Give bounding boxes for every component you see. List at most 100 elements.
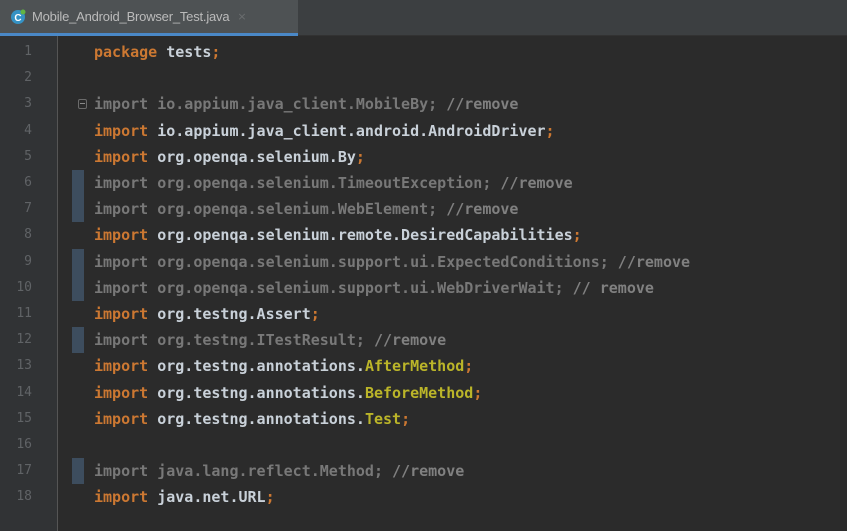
- tab-mobile-android-browser-test[interactable]: C Mobile_Android_Browser_Test.java ×: [0, 0, 298, 36]
- semicolon: ;: [554, 278, 564, 297]
- semicolon: ;: [401, 409, 411, 428]
- code-text: import org.openqa.selenium.support.ui.We…: [94, 275, 654, 301]
- code-line[interactable]: 5 import org.openqa.selenium.By;: [0, 144, 847, 170]
- identifier: org.openqa.selenium.support.ui.ExpectedC…: [157, 252, 600, 271]
- line-number: 11: [16, 306, 32, 321]
- code-line[interactable]: 3 import io.appium.java_client.MobileBy; …: [0, 91, 847, 117]
- keyword: import: [94, 95, 149, 114]
- code-line[interactable]: 7 import org.openqa.selenium.WebElement; …: [0, 196, 847, 223]
- semicolon: ;: [473, 383, 483, 402]
- editor-tab-bar: C Mobile_Android_Browser_Test.java ×: [0, 0, 847, 36]
- close-icon[interactable]: ×: [237, 11, 246, 22]
- identifier: org.openqa.selenium.By: [157, 147, 356, 166]
- line-comment: //remove: [437, 200, 519, 219]
- semicolon: ;: [599, 252, 609, 271]
- code-line[interactable]: 1 package tests;: [0, 39, 847, 65]
- code-text: import org.testng.annotations.AfterMetho…: [94, 353, 473, 379]
- semicolon: ;: [482, 174, 492, 192]
- line-number: 7: [24, 201, 32, 217]
- keyword: import: [94, 147, 149, 166]
- keyword: import: [94, 305, 149, 323]
- code-text: import org.openqa.selenium.support.ui.Ex…: [94, 249, 690, 275]
- identifier: tests: [166, 43, 212, 61]
- line-comment: //remove: [437, 95, 519, 114]
- line-number: 3: [24, 96, 32, 112]
- identifier: org.testng.ITestResult: [157, 331, 356, 350]
- semicolon: ;: [464, 357, 474, 376]
- fold-icon: [78, 99, 87, 110]
- line-number: 4: [24, 122, 32, 138]
- keyword: package: [94, 43, 158, 61]
- identifier: org.testng.Assert: [157, 305, 311, 323]
- keyword: import: [94, 488, 149, 507]
- tab-label: Mobile_Android_Browser_Test.java: [32, 9, 230, 24]
- vcs-change-marker: [72, 248, 84, 275]
- identifier: io.appium.java_client.MobileBy: [157, 95, 429, 114]
- line-number: 5: [24, 148, 32, 164]
- code-line[interactable]: 8 import org.openqa.selenium.remote.Desir…: [0, 222, 847, 248]
- vcs-change-marker: [72, 170, 84, 196]
- keyword: import: [94, 200, 149, 219]
- code-line[interactable]: 13 import org.testng.annotations.AfterMet…: [0, 353, 847, 379]
- vcs-change-marker: [72, 458, 84, 485]
- code-line[interactable]: 15 import org.testng.annotations.Test;: [0, 406, 847, 432]
- semicolon: ;: [265, 488, 275, 507]
- vcs-change-marker: [72, 327, 84, 354]
- code-line[interactable]: 14 import org.testng.annotations.BeforeMe…: [0, 380, 847, 406]
- line-number: 12: [16, 332, 32, 348]
- line-comment: // remove: [563, 278, 654, 297]
- keyword: import: [94, 331, 149, 350]
- semicolon: ;: [211, 43, 221, 61]
- code-text: import io.appium.java_client.android.And…: [94, 118, 555, 144]
- keyword: import: [94, 383, 149, 402]
- line-comment: //remove: [364, 331, 447, 350]
- semicolon: ;: [428, 95, 438, 114]
- semicolon: ;: [428, 200, 438, 219]
- code-text: import org.openqa.selenium.remote.Desire…: [94, 222, 582, 248]
- code-editor[interactable]: 1 package tests; 2 3 import io.appium.java_c…: [0, 36, 847, 531]
- semicolon: ;: [545, 121, 555, 140]
- annotation-name: Test: [364, 409, 402, 428]
- code-text: import org.testng.annotations.BeforeMeth…: [94, 380, 482, 406]
- code-line[interactable]: 10 import org.openqa.selenium.support.ui.…: [0, 274, 847, 301]
- identifier: org.testng.annotations.: [157, 383, 365, 402]
- semicolon: ;: [373, 462, 383, 481]
- code-line[interactable]: 18 import java.net.URL;: [0, 484, 847, 510]
- code-text: import org.openqa.selenium.WebElement; /…: [94, 196, 518, 222]
- line-number: 15: [16, 410, 32, 426]
- line-number: 13: [16, 358, 32, 374]
- code-text: import org.openqa.selenium.TimeoutExcept…: [94, 170, 573, 196]
- line-number: 6: [24, 175, 32, 190]
- code-line[interactable]: 9 import org.openqa.selenium.support.ui.E…: [0, 248, 847, 275]
- code-line[interactable]: 11 import org.testng.Assert;: [0, 301, 847, 327]
- code-text: import io.appium.java_client.MobileBy; /…: [94, 91, 518, 117]
- line-number: 17: [16, 463, 32, 479]
- code-line[interactable]: 16: [0, 432, 847, 458]
- code-text: import org.testng.ITestResult; //remove: [94, 327, 446, 353]
- line-comment: //remove: [608, 252, 691, 271]
- code-line[interactable]: 2: [0, 65, 847, 91]
- java-class-icon: C: [10, 9, 26, 25]
- identifier: io.appium.java_client.android.AndroidDri…: [157, 121, 546, 140]
- code-line[interactable]: 6 import org.openqa.selenium.TimeoutExcep…: [0, 170, 847, 196]
- identifier: org.openqa.selenium.WebElement: [157, 200, 429, 219]
- identifier: org.openqa.selenium.support.ui.WebDriver…: [157, 278, 555, 297]
- code-line[interactable]: 17 import java.lang.reflect.Method; //rem…: [0, 458, 847, 485]
- keyword: import: [94, 409, 149, 428]
- keyword: import: [94, 278, 149, 297]
- keyword: import: [94, 252, 149, 271]
- line-number: 14: [16, 384, 32, 400]
- keyword: import: [94, 462, 149, 481]
- vcs-change-marker: [72, 196, 84, 223]
- semicolon: ;: [310, 305, 320, 323]
- identifier: org.openqa.selenium.TimeoutException: [157, 174, 483, 192]
- semicolon: ;: [572, 226, 582, 245]
- ide-window: C Mobile_Android_Browser_Test.java × 1 pa…: [0, 0, 847, 531]
- line-number: 9: [24, 253, 32, 269]
- line-number: 10: [16, 279, 32, 295]
- code-line[interactable]: 12 import org.testng.ITestResult; //remov…: [0, 327, 847, 354]
- identifier: java.net.URL: [157, 488, 266, 507]
- line-comment: //remove: [491, 174, 573, 192]
- annotation-name: AfterMethod: [364, 357, 465, 376]
- code-line[interactable]: 4 import io.appium.java_client.android.An…: [0, 118, 847, 144]
